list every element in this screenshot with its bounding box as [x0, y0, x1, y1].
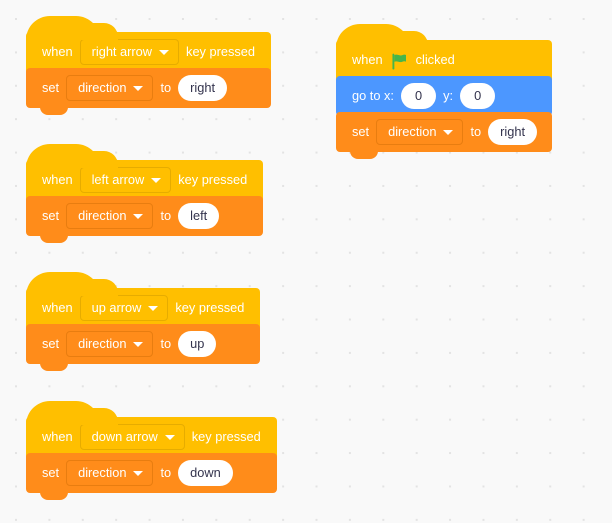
- variable-dropdown[interactable]: direction: [376, 119, 464, 145]
- when-key-pressed-block[interactable]: when down arrow key pressed: [26, 401, 277, 457]
- chevron-down-icon: [443, 129, 454, 135]
- key-dropdown[interactable]: down arrow: [79, 424, 185, 450]
- set-variable-block[interactable]: set direction to right: [26, 68, 272, 115]
- key-dropdown-value: left arrow: [91, 171, 145, 187]
- key-dropdown[interactable]: right arrow: [79, 39, 180, 65]
- when-key-pressed-block[interactable]: when right arrow key pressed: [26, 16, 272, 72]
- block-label-to: to: [160, 207, 172, 223]
- variable-dropdown[interactable]: direction: [66, 331, 154, 357]
- set-variable-block[interactable]: set direction to right: [336, 112, 553, 159]
- chevron-down-icon: [133, 213, 144, 219]
- set-variable-block[interactable]: set direction to left: [26, 196, 264, 243]
- key-dropdown[interactable]: up arrow: [79, 295, 169, 321]
- set-variable-block[interactable]: set direction to up: [26, 324, 261, 371]
- block-label-to: to: [470, 123, 482, 139]
- value-input[interactable]: left: [178, 203, 220, 229]
- green-flag-icon: [391, 53, 408, 70]
- chevron-down-icon: [148, 305, 159, 311]
- block-label-set: set: [42, 79, 60, 95]
- when-key-pressed-block[interactable]: when up arrow key pressed: [26, 272, 261, 328]
- block-label-go-to-x: go to x:: [352, 87, 394, 103]
- block-label-set: set: [352, 123, 370, 139]
- key-dropdown-value: down arrow: [91, 428, 158, 444]
- block-label-to: to: [160, 79, 172, 95]
- when-key-pressed-block[interactable]: when left arrow key pressed: [26, 144, 264, 200]
- block-label-when: when: [42, 428, 73, 444]
- x-coordinate-input[interactable]: 0: [400, 83, 437, 109]
- script-right-arrow[interactable]: when right arrow key pressed set directi…: [26, 16, 272, 115]
- script-green-flag[interactable]: when clicked go to x: 0 y: 0 set directi…: [336, 24, 553, 159]
- script-left-arrow[interactable]: when left arrow key pressed set directio…: [26, 144, 264, 243]
- variable-dropdown-value: direction: [78, 79, 127, 95]
- variable-dropdown[interactable]: direction: [66, 203, 154, 229]
- value-input[interactable]: right: [178, 75, 228, 101]
- block-label-key-pressed: key pressed: [191, 428, 261, 444]
- value-input[interactable]: up: [178, 331, 217, 357]
- block-label-key-pressed: key pressed: [175, 299, 245, 315]
- variable-dropdown-value: direction: [78, 335, 127, 351]
- variable-dropdown[interactable]: direction: [66, 460, 154, 486]
- go-to-xy-block[interactable]: go to x: 0 y: 0: [336, 76, 553, 116]
- block-label-y: y:: [443, 87, 454, 103]
- chevron-down-icon: [133, 85, 144, 91]
- block-label-when: when: [352, 51, 383, 67]
- set-variable-block[interactable]: set direction to down: [26, 453, 277, 500]
- block-label-when: when: [42, 171, 73, 187]
- block-label-to: to: [160, 335, 172, 351]
- value-input[interactable]: right: [488, 119, 538, 145]
- variable-dropdown-value: direction: [388, 123, 437, 139]
- when-flag-clicked-block[interactable]: when clicked: [336, 24, 553, 80]
- value-input[interactable]: down: [178, 460, 233, 486]
- block-label-when: when: [42, 43, 73, 59]
- block-label-set: set: [42, 335, 60, 351]
- chevron-down-icon: [151, 177, 162, 183]
- block-label-to: to: [160, 464, 172, 480]
- key-dropdown[interactable]: left arrow: [79, 167, 172, 193]
- block-label-set: set: [42, 464, 60, 480]
- block-label-key-pressed: key pressed: [186, 43, 256, 59]
- variable-dropdown-value: direction: [78, 207, 127, 223]
- script-up-arrow[interactable]: when up arrow key pressed set direction …: [26, 272, 261, 371]
- chevron-down-icon: [133, 341, 144, 347]
- block-label-clicked: clicked: [415, 51, 455, 67]
- block-label-set: set: [42, 207, 60, 223]
- key-dropdown-value: up arrow: [91, 299, 142, 315]
- block-label-key-pressed: key pressed: [178, 171, 248, 187]
- script-down-arrow[interactable]: when down arrow key pressed set directio…: [26, 401, 277, 500]
- key-dropdown-value: right arrow: [91, 43, 153, 59]
- chevron-down-icon: [159, 49, 170, 55]
- chevron-down-icon: [133, 470, 144, 476]
- block-label-when: when: [42, 299, 73, 315]
- variable-dropdown-value: direction: [78, 464, 127, 480]
- variable-dropdown[interactable]: direction: [66, 75, 154, 101]
- y-coordinate-input[interactable]: 0: [460, 83, 496, 109]
- chevron-down-icon: [164, 434, 175, 440]
